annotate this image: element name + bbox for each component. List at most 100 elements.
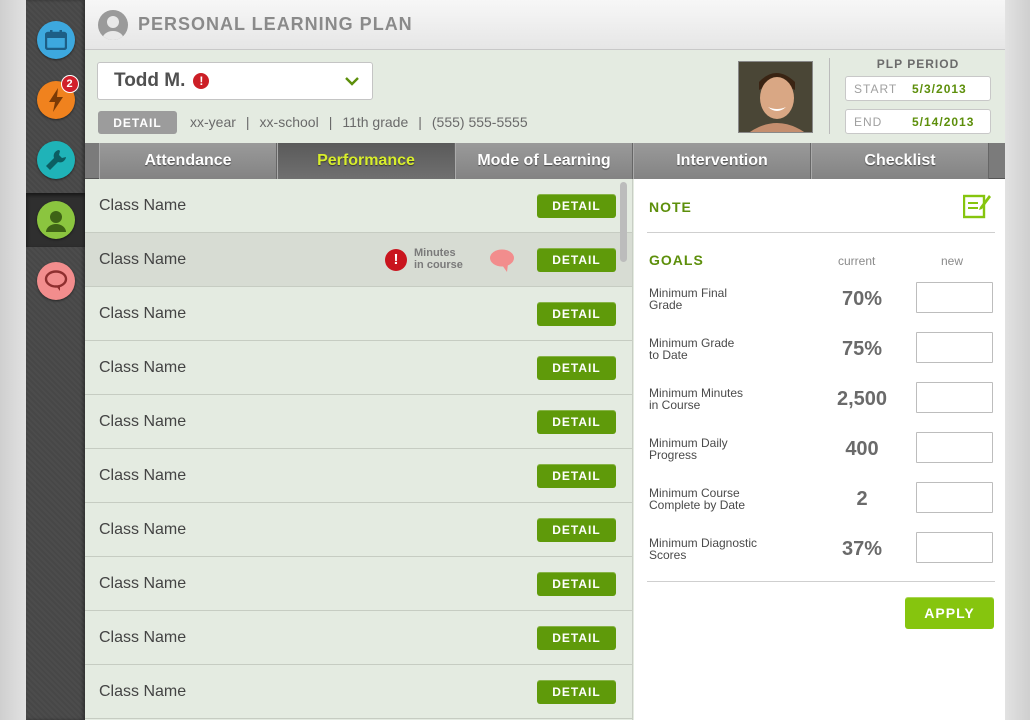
class-name: Class Name	[99, 466, 187, 484]
plp-start-field[interactable]: START 5/3/2013	[845, 76, 991, 101]
goal-new-input[interactable]	[916, 282, 993, 313]
calendar-icon	[36, 21, 75, 59]
student-select[interactable]: Todd M. !	[97, 62, 373, 100]
goal-new-input[interactable]	[916, 482, 993, 513]
goal-current: 37%	[841, 538, 883, 560]
right-gutter	[1005, 0, 1030, 720]
class-detail-button[interactable]: DETAIL	[537, 679, 616, 704]
student-year: xx-year	[190, 114, 236, 130]
alert-text: Minutes in course	[414, 247, 463, 271]
goal-label-line: Scores	[649, 548, 687, 562]
goal-label-line: Complete by Date	[649, 498, 746, 512]
class-name: Class Name	[99, 304, 187, 322]
alert-icon: !	[193, 73, 210, 89]
edit-note-icon[interactable]	[963, 193, 991, 219]
student-detail-button[interactable]: DETAIL	[98, 111, 177, 134]
goal-label: Minimum Course Complete by Date	[649, 487, 789, 511]
sidebar-item-messages[interactable]	[26, 254, 85, 308]
separator: |	[328, 114, 333, 130]
list-item: Class Name DETAIL	[85, 341, 632, 395]
goals-panel: NOTE GOALS current new Minimum Final Gra…	[634, 179, 1005, 720]
student-info: xx-year | xx-school | 11th grade | (555)…	[190, 114, 528, 130]
sidebar-item-calendar[interactable]	[26, 13, 85, 67]
class-name: Class Name	[99, 250, 187, 268]
class-name: Class Name	[99, 574, 187, 592]
class-detail-button[interactable]: DETAIL	[537, 517, 616, 542]
list-scrollbar[interactable]	[620, 182, 627, 262]
class-detail-button[interactable]: DETAIL	[537, 193, 616, 218]
col-new: new	[941, 254, 964, 268]
goal-label-line: in Course	[649, 398, 701, 412]
apply-button[interactable]: APPLY	[905, 597, 994, 629]
goal-new-input[interactable]	[916, 382, 993, 413]
student-school: xx-school	[259, 114, 319, 130]
class-detail-button[interactable]: DETAIL	[537, 355, 616, 380]
student-grade: 11th grade	[342, 114, 409, 130]
goal-current: 75%	[841, 338, 883, 360]
tab-performance[interactable]: Performance	[277, 143, 455, 179]
goal-label: Minimum Grade to Date	[649, 337, 789, 361]
chat-bubble-icon[interactable]	[488, 248, 516, 272]
sidebar-item-students[interactable]	[26, 193, 85, 247]
chat-bubble-icon	[36, 262, 75, 300]
alert-text-line2: in course	[414, 259, 463, 271]
goal-label: Minimum Daily Progress	[649, 437, 789, 461]
list-item: Class Name DETAIL	[85, 449, 632, 503]
left-gutter	[0, 0, 26, 720]
list-item: Class Name DETAIL	[85, 179, 632, 233]
list-item: Class Name ! Minutes in course DETAIL	[85, 233, 632, 287]
list-item: Class Name DETAIL	[85, 557, 632, 611]
divider	[647, 581, 995, 582]
list-item: Class Name DETAIL	[85, 503, 632, 557]
tab-checklist[interactable]: Checklist	[811, 143, 989, 179]
goal-new-input[interactable]	[916, 432, 993, 463]
list-item: Class Name DETAIL	[85, 611, 632, 665]
list-item: Class Name DETAIL	[85, 287, 632, 341]
tab-mode-of-learning[interactable]: Mode of Learning	[455, 143, 633, 179]
class-name: Class Name	[99, 412, 187, 430]
goal-current: 400	[845, 438, 879, 460]
separator: |	[245, 114, 250, 130]
start-value: 5/3/2013	[912, 81, 967, 96]
divider	[829, 58, 830, 134]
class-detail-button[interactable]: DETAIL	[537, 571, 616, 596]
person-icon	[36, 201, 75, 239]
sidebar-item-alerts[interactable]: 2	[26, 73, 85, 127]
plp-period-title: PLP PERIOD	[876, 57, 960, 71]
class-name: Class Name	[99, 682, 187, 700]
person-icon	[98, 9, 128, 40]
goal-label-line: to Date	[649, 348, 688, 362]
class-detail-button[interactable]: DETAIL	[537, 409, 616, 434]
title-bar: PERSONAL LEARNING PLAN	[85, 0, 1005, 50]
alerts-badge: 2	[60, 75, 79, 93]
class-detail-button[interactable]: DETAIL	[537, 625, 616, 650]
class-name: Class Name	[99, 358, 187, 376]
class-detail-button[interactable]: DETAIL	[537, 463, 616, 488]
lightning-icon: 2	[36, 75, 79, 119]
sidebar: 2	[26, 0, 85, 720]
sidebar-item-tools[interactable]	[26, 133, 85, 187]
plp-end-field[interactable]: END 5/14/2013	[845, 109, 991, 134]
goal-label-line: Grade	[649, 298, 683, 312]
class-detail-button[interactable]: DETAIL	[537, 301, 616, 326]
chevron-down-icon	[345, 77, 359, 86]
student-phone: (555) 555-5555	[431, 114, 528, 130]
goal-current: 2	[856, 488, 868, 510]
goal-label-line: Progress	[649, 448, 698, 462]
goal-new-input[interactable]	[916, 532, 993, 563]
goal-label: Minimum Final Grade	[649, 287, 789, 311]
tab-bar: Attendance Performance Mode of Learning …	[85, 143, 1005, 179]
class-detail-button[interactable]: DETAIL	[537, 247, 616, 272]
goal-new-input[interactable]	[916, 332, 993, 363]
tab-attendance[interactable]: Attendance	[99, 143, 277, 179]
alert-text-line1: Minutes	[414, 247, 456, 259]
main-area: PERSONAL LEARNING PLAN Todd M. ! DETAIL …	[85, 0, 1005, 720]
goal-current: 2,500	[836, 388, 888, 410]
class-name: Class Name	[99, 196, 187, 214]
separator: |	[418, 114, 422, 130]
class-name: Class Name	[99, 628, 187, 646]
tab-intervention[interactable]: Intervention	[633, 143, 811, 179]
col-current: current	[838, 254, 876, 268]
goal-current: 70%	[841, 288, 883, 310]
goal-label: Minimum Diagnostic Scores	[649, 537, 789, 561]
